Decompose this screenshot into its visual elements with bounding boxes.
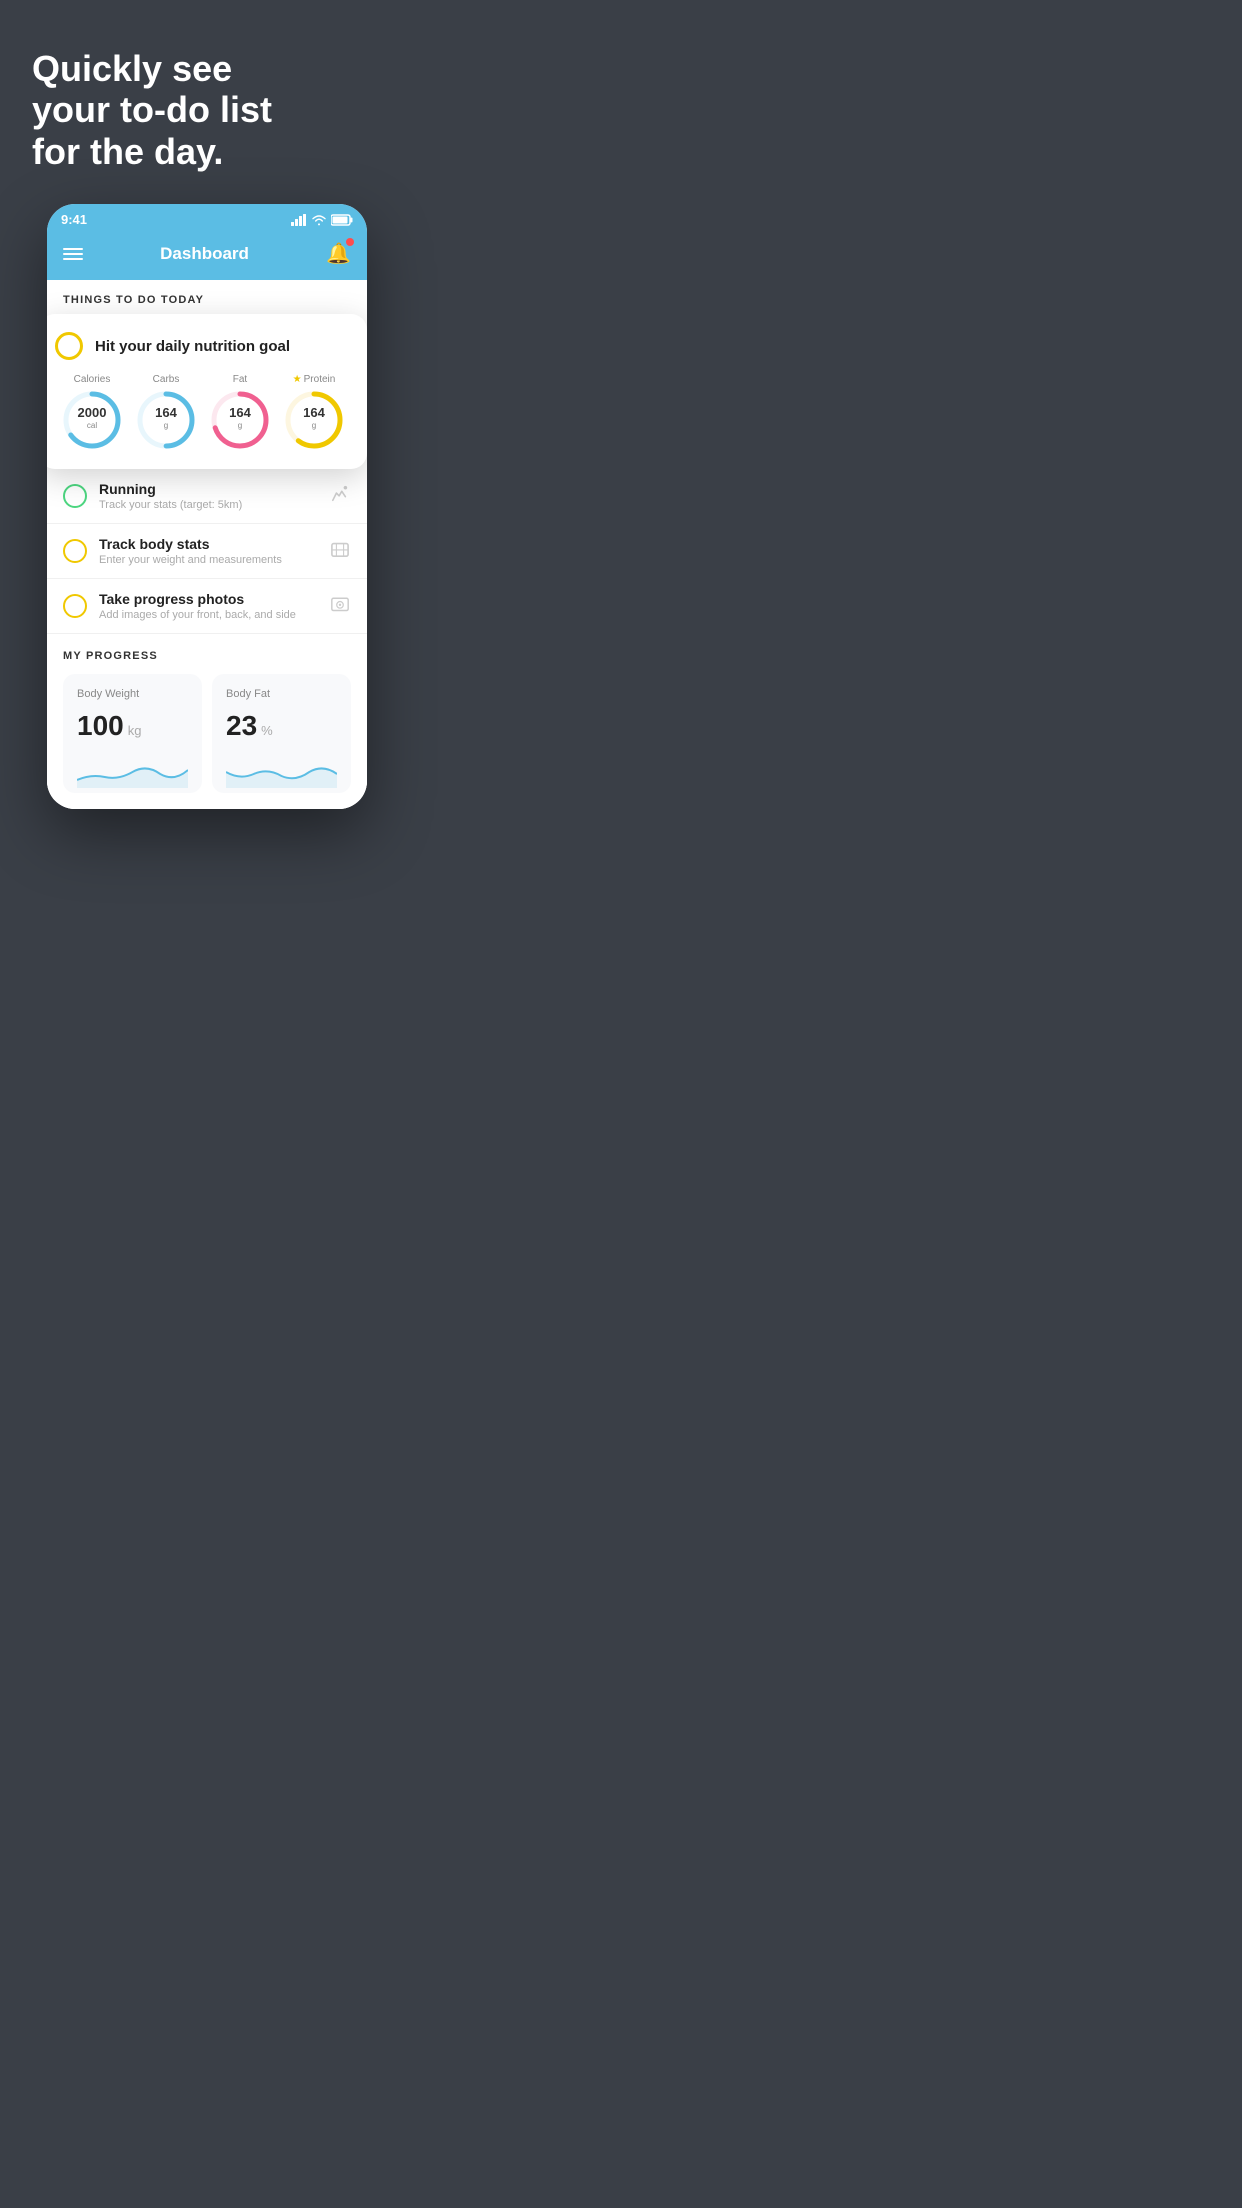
body-weight-title: Body Weight (77, 688, 188, 700)
phone-wrapper: 9:41 (0, 204, 414, 833)
photo-icon (329, 595, 351, 618)
notification-dot (346, 238, 354, 246)
svg-text:164: 164 (155, 405, 177, 420)
body-weight-card[interactable]: Body Weight 100 kg (63, 674, 202, 793)
todo-subtitle-running: Track your stats (target: 5km) (99, 499, 317, 511)
fat-ring-svg: 164 g (209, 389, 271, 451)
svg-text:g: g (238, 421, 242, 430)
todo-circle-photos (63, 594, 87, 618)
wifi-icon (311, 214, 327, 226)
todo-subtitle-photos: Add images of your front, back, and side (99, 609, 317, 621)
todo-item-body-stats[interactable]: Track body stats Enter your weight and m… (47, 524, 367, 579)
progress-cards: Body Weight 100 kg B (63, 674, 351, 809)
signal-icon (291, 214, 307, 226)
body-fat-title: Body Fat (226, 688, 337, 700)
todo-circle-running (63, 484, 87, 508)
body-weight-value: 100 kg (77, 710, 188, 742)
svg-text:164: 164 (303, 405, 325, 420)
status-bar: 9:41 (47, 204, 367, 231)
todo-list: Running Track your stats (target: 5km) (47, 469, 367, 634)
body-weight-number: 100 (77, 710, 124, 742)
svg-text:g: g (312, 421, 316, 430)
hero-section: Quickly see your to-do list for the day. (0, 0, 414, 204)
status-icons (291, 214, 353, 226)
ring-protein: ★ Protein 164 g (283, 374, 345, 451)
todo-item-running[interactable]: Running Track your stats (target: 5km) (47, 469, 367, 524)
phone-shell: 9:41 (47, 204, 367, 809)
todo-item-photos[interactable]: Take progress photos Add images of your … (47, 579, 367, 634)
todo-circle-body-stats (63, 539, 87, 563)
todo-subtitle-body-stats: Enter your weight and measurements (99, 554, 317, 566)
body-fat-number: 23 (226, 710, 257, 742)
dashboard-content: THINGS TO DO TODAY Hit your daily nutrit… (47, 280, 367, 809)
section-things-to-do: THINGS TO DO TODAY (47, 280, 367, 314)
svg-text:2000: 2000 (78, 405, 107, 420)
calories-ring-svg: 2000 cal (61, 389, 123, 451)
nutrition-card-title: Hit your daily nutrition goal (95, 338, 290, 355)
body-weight-unit: kg (128, 723, 142, 738)
nutrition-rings: Calories 2000 cal Carbs (55, 374, 351, 451)
todo-title-running: Running (99, 481, 317, 497)
todo-text-body-stats: Track body stats Enter your weight and m… (99, 536, 317, 566)
svg-text:g: g (164, 421, 168, 430)
todo-title-photos: Take progress photos (99, 591, 317, 607)
nutrition-card-header: Hit your daily nutrition goal (55, 332, 351, 360)
menu-icon[interactable] (63, 245, 83, 263)
svg-text:cal: cal (87, 421, 97, 430)
carbs-ring-svg: 164 g (135, 389, 197, 451)
star-icon: ★ (293, 374, 302, 385)
nutrition-card[interactable]: Hit your daily nutrition goal Calories 2… (47, 314, 367, 469)
nav-title: Dashboard (160, 244, 249, 264)
nutrition-check-circle (55, 332, 83, 360)
status-time: 9:41 (61, 212, 87, 227)
body-fat-card[interactable]: Body Fat 23 % (212, 674, 351, 793)
svg-text:164: 164 (229, 405, 251, 420)
hero-title: Quickly see your to-do list for the day. (32, 48, 382, 172)
body-fat-chart (226, 752, 337, 788)
ring-calories: Calories 2000 cal (61, 374, 123, 451)
todo-text-running: Running Track your stats (target: 5km) (99, 481, 317, 511)
protein-label: ★ Protein (293, 374, 336, 385)
battery-icon (331, 214, 353, 226)
body-weight-chart (77, 752, 188, 788)
body-fat-value: 23 % (226, 710, 337, 742)
running-icon (329, 485, 351, 508)
progress-section: MY PROGRESS Body Weight 100 kg (47, 634, 367, 809)
scale-icon (329, 540, 351, 563)
protein-ring-svg: 164 g (283, 389, 345, 451)
ring-carbs: Carbs 164 g (135, 374, 197, 451)
todo-title-body-stats: Track body stats (99, 536, 317, 552)
todo-text-photos: Take progress photos Add images of your … (99, 591, 317, 621)
body-fat-unit: % (261, 723, 273, 738)
ring-fat: Fat 164 g (209, 374, 271, 451)
progress-section-label: MY PROGRESS (63, 650, 351, 662)
bell-icon[interactable]: 🔔 (326, 241, 351, 266)
nav-bar: Dashboard 🔔 (47, 231, 367, 280)
